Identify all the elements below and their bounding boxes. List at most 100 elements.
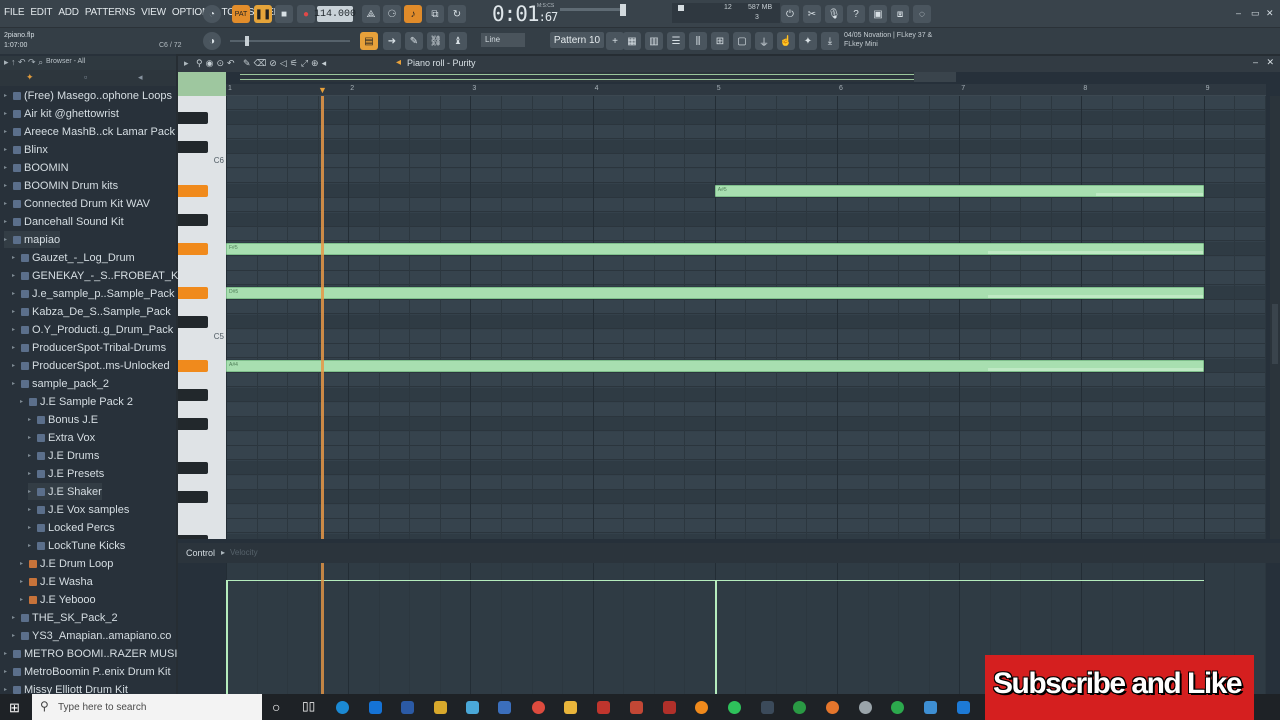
expand-arrow-icon[interactable]: ▸ [28,452,34,459]
browser-item[interactable]: ▸ J.E Sample Pack 2 [20,393,133,410]
app4-icon[interactable] [597,701,610,714]
expand-arrow-icon[interactable]: ▸ [4,686,10,693]
velocity-bar[interactable] [226,580,228,694]
browser-item[interactable]: ▸ Air kit @ghettowrist [4,105,119,122]
browser-item[interactable]: ▸ YS3_Amapian..amapiano.co [12,627,171,644]
expand-arrow-icon[interactable]: ▸ [28,416,34,423]
browser-item[interactable]: ▸ Gauzet_-_Log_Drum [12,249,135,266]
expand-arrow-icon[interactable]: ▸ [4,236,10,243]
note[interactable]: A#4 [226,359,1204,372]
window-minimize-icon[interactable]: – [1236,8,1241,18]
piano-roll-minimize-icon[interactable]: – [1253,57,1258,67]
browser-item[interactable]: ▸ Connected Drum Kit WAV [4,195,150,212]
note[interactable]: F#5 [226,243,1204,255]
velocity-bar[interactable] [714,580,717,694]
black-key[interactable] [178,389,208,401]
window-close-icon[interactable]: ✕ [1266,8,1274,19]
expand-arrow-icon[interactable]: ▸ [28,488,34,495]
expand-arrow-icon[interactable]: ▸ [4,200,10,207]
browser-item[interactable]: ▸ J.E Drum Loop [20,555,113,572]
windows-start-icon[interactable]: ⊞ [9,700,20,716]
browser-item[interactable]: ▸ Dancehall Sound Kit [4,213,124,230]
stop-icon[interactable]: ■ [275,5,293,23]
black-key[interactable] [178,243,208,255]
browser-item[interactable]: ▸ Areece MashB..ck Lamar Pack [4,123,175,140]
expand-arrow-icon[interactable]: ▸ [20,578,26,585]
expand-arrow-icon[interactable]: ▸ [12,380,18,387]
step-edit-icon[interactable]: ♪ [404,5,422,23]
piano-roll-menu-icon[interactable]: ▸ [184,58,189,69]
browser-item[interactable]: ▸ METRO BOOMI..RAZER MUSIC [4,645,185,662]
master-knob-icon[interactable]: ◔ [203,5,221,23]
expand-arrow-icon[interactable]: ▸ [4,182,10,189]
expand-arrow-icon[interactable]: ▸ [28,434,34,441]
volume-slider-handle[interactable] [620,4,626,16]
window-maximize-icon[interactable]: ▭ [1251,8,1260,19]
expand-arrow-icon[interactable]: ▸ [12,614,18,621]
expand-arrow-icon[interactable]: ▸ [4,650,10,657]
vertical-scrollbar[interactable] [1270,96,1280,539]
browser-item[interactable]: ▸ sample_pack_2 [12,375,109,392]
metronome-icon[interactable]: ⟁ [362,5,380,23]
expand-arrow-icon[interactable]: ▸ [4,218,10,225]
task-view-icon[interactable]: ▯▯ [302,699,315,713]
expand-arrow-icon[interactable]: ▸ [28,542,34,549]
online-icon[interactable]: ⏻ [781,5,799,23]
taskbar-search-input[interactable]: ⚲ Type here to search [32,694,262,720]
black-key[interactable] [178,184,208,197]
pattern-selector[interactable]: Pattern 10 [550,32,604,48]
scroll-overview[interactable] [240,74,914,80]
pat-song-toggle[interactable]: PAT [232,5,250,23]
download-icon[interactable]: ⤓ [821,32,839,50]
black-key[interactable] [178,316,208,328]
expand-arrow-icon[interactable]: ▸ [12,290,18,297]
expand-arrow-icon[interactable]: ▸ [4,128,10,135]
files-icon[interactable] [401,701,414,714]
folder-icon[interactable] [564,701,577,714]
control-selector[interactable]: Control [186,548,215,558]
black-key[interactable] [178,491,208,504]
app5-icon[interactable] [630,701,643,714]
whatsapp-icon[interactable] [728,701,741,714]
expand-arrow-icon[interactable]: ▸ [28,524,34,531]
browser-item[interactable]: ▸ GENEKAY_-_S..FROBEAT_KIT [12,267,188,284]
brush-icon[interactable]: ✎ [405,32,423,50]
note[interactable]: D#5 [226,286,1204,299]
note[interactable]: A#5 [714,184,1204,197]
menu-add[interactable]: ADD [58,7,79,18]
browser-item[interactable]: ▸ MetroBoomin P..enix Drum Kit [4,663,171,680]
browser-item[interactable]: ▸ ProducerSpot..ms-Unlocked [12,357,170,374]
arrow-icon[interactable]: ➜ [383,32,401,50]
expand-arrow-icon[interactable]: ▸ [4,146,10,153]
expand-arrow-icon[interactable]: ▸ [20,596,26,603]
browser-icon[interactable]: ⊞ [711,32,729,50]
note-grid[interactable]: A#5 F#5 D#5 A#4 [226,96,1266,539]
app6-icon[interactable] [663,701,676,714]
black-key[interactable] [178,359,208,372]
expand-arrow-icon[interactable]: ▸ [28,506,34,513]
browser-item[interactable]: ▸ mapiao [4,231,61,248]
piano-roll-close-icon[interactable]: ✕ [1266,57,1274,68]
speaker-icon[interactable]: ◂ [396,57,401,68]
pause-icon[interactable]: ❚❚ [254,5,272,23]
expand-arrow-icon[interactable]: ▸ [12,308,18,315]
expand-arrow-icon[interactable]: ▸ [12,254,18,261]
file-icon[interactable]: ▫ [84,72,87,82]
app8-icon[interactable] [793,701,806,714]
plug-icon[interactable]: ⏚ [755,32,773,50]
browser-item[interactable]: ▸ Kabza_De_S..Sample_Pack [12,303,171,320]
browser-item[interactable]: ▸ LockTune Kicks [28,537,125,554]
browser-item[interactable]: ▸ J.E Yebooo [20,591,96,608]
piano-roll-tools[interactable]: ⚲◉⊙↶ ✎⌫⊘◁⚟⤢⊕◂ [196,58,329,69]
browser-item[interactable]: ▸ ProducerSpot-Tribal-Drums [12,339,166,356]
expand-arrow-icon[interactable]: ▸ [12,326,18,333]
expand-arrow-icon[interactable]: ▸ [12,362,18,369]
expand-arrow-icon[interactable]: ▸ [20,398,26,405]
menu-patterns[interactable]: PATTERNS [85,7,135,18]
menu-file[interactable]: FILE [4,7,25,18]
app11-icon[interactable] [957,701,970,714]
fl-studio-icon[interactable] [695,701,708,714]
stamp-icon[interactable]: ♝ [449,32,467,50]
black-key[interactable] [178,535,208,539]
tool-corner[interactable] [178,72,226,96]
